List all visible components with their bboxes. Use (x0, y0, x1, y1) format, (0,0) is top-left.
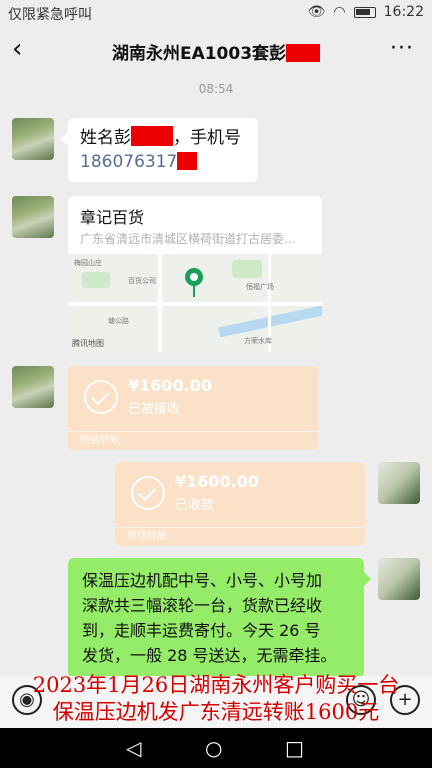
recents-nav-icon[interactable]: □ (285, 736, 304, 760)
phone-number-link[interactable]: 186076317 (80, 150, 246, 174)
location-card[interactable]: 章记百货 广东省清远市清城区横荷街道打古居委... 梅园山庄 百货公司 恒福广场… (68, 196, 322, 352)
location-address: 广东省清远市清城区横荷街道打古居委... (80, 232, 296, 246)
transfer-amount: ¥1600.00 (128, 376, 213, 395)
more-dots-icon[interactable]: ··· (390, 36, 414, 61)
transfer-card-sent[interactable]: ¥1600.00 已收款 微信转账 (115, 462, 365, 546)
my-avatar[interactable] (378, 558, 420, 600)
check-circle-icon (131, 476, 165, 510)
carrier-label: 仅限紧急呼叫 (8, 7, 92, 23)
chevron-left-icon[interactable]: ‹ (12, 34, 22, 64)
battery-icon (353, 6, 376, 18)
eye-comfort-icon: 👁 (307, 4, 326, 20)
message-bubble[interactable]: 姓名彭 ，手机号 186076317 (61, 118, 258, 182)
redaction-box (131, 126, 173, 146)
reply-bubble[interactable]: 保温压边机配中号、小号、小号加 深款共三幅滚轮一台，货款已经收 到，走顺丰运费寄… (68, 558, 371, 678)
transfer-status: 已被接收 (128, 402, 181, 417)
map-provider-label: 腾讯地图 (72, 339, 104, 348)
location-name: 章记百货 (80, 208, 145, 227)
contact-avatar[interactable] (12, 118, 54, 160)
system-nav-bar: ◁ ○ □ (0, 728, 432, 768)
back-nav-icon[interactable]: ◁ (126, 736, 141, 760)
map-preview[interactable]: 梅园山庄 百货公司 恒福广场 塘公路 方荣水库 腾讯地图 (68, 254, 322, 352)
message-timestamp: 08:54 (198, 82, 234, 96)
transfer-kind: 微信转账 (80, 435, 120, 446)
chat-header: ‹ 湖南永州EA1003套彭 ··· (0, 26, 432, 76)
transfer-status: 已收款 (175, 498, 215, 513)
wifi-icon: ◠ (333, 4, 346, 20)
map-pin-icon (185, 268, 203, 286)
transfer-kind: 微信转账 (127, 531, 167, 542)
status-bar: 仅限紧急呼叫 👁 ◠ 16:22 (0, 0, 432, 26)
overlay-caption: 2023年1月26日湖南永州客户购买一台 保温压边机发广东清远转账1600元 (32, 673, 400, 724)
chat-title: 湖南永州EA1003套彭 (60, 39, 372, 64)
home-nav-icon[interactable]: ○ (205, 736, 222, 760)
redaction-box (286, 44, 321, 62)
contact-avatar[interactable] (12, 196, 54, 238)
contact-avatar[interactable] (12, 366, 54, 408)
redaction-box (177, 152, 198, 170)
my-avatar[interactable] (378, 462, 420, 504)
transfer-card-received[interactable]: ¥1600.00 已被接收 微信转账 (68, 366, 318, 450)
transfer-amount: ¥1600.00 (175, 472, 260, 491)
check-circle-icon (84, 380, 118, 414)
status-icons: 👁 ◠ 16:22 (308, 4, 424, 20)
clock-label: 16:22 (383, 4, 424, 20)
